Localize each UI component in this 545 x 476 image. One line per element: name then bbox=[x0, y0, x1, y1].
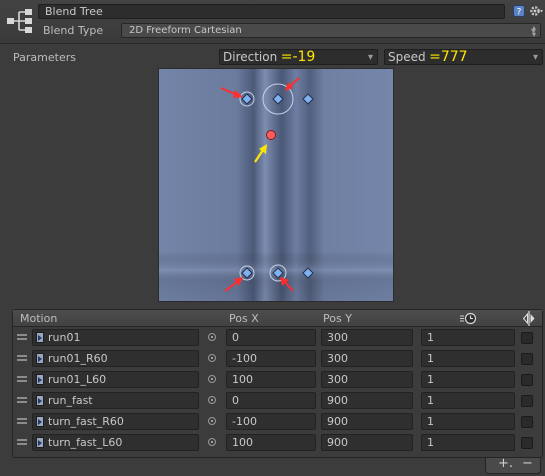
animation-clip-icon bbox=[36, 332, 44, 343]
table-row[interactable]: run01 0 300 1 bbox=[13, 327, 542, 348]
motion-field[interactable]: run01_R60 bbox=[32, 350, 199, 367]
motion-list-panel: Motion Pos X Pos Y run01 0 300 1 run01_R… bbox=[12, 309, 543, 458]
remove-motion-button[interactable]: − bbox=[522, 456, 533, 471]
mirror-checkbox[interactable] bbox=[521, 353, 533, 365]
select-motion-radio[interactable] bbox=[208, 333, 216, 341]
pos-y-field[interactable]: 300 bbox=[321, 371, 413, 388]
motion-field[interactable]: run01_L60 bbox=[32, 371, 199, 388]
pos-y-field[interactable]: 900 bbox=[321, 392, 413, 409]
animation-clip-icon bbox=[36, 416, 44, 427]
table-row[interactable]: turn_fast_L60 100 900 1 bbox=[13, 432, 542, 453]
help-icon[interactable]: ? bbox=[513, 5, 525, 18]
speed-field[interactable]: 1 bbox=[421, 371, 515, 388]
mirror-checkbox[interactable] bbox=[521, 374, 533, 386]
y-parameter-value: =777 bbox=[429, 49, 468, 65]
drag-handle-icon[interactable] bbox=[17, 397, 27, 403]
gear-icon[interactable] bbox=[529, 4, 544, 18]
blend-space-graph[interactable] bbox=[158, 68, 394, 302]
blend-tree-icon bbox=[6, 6, 34, 36]
blend-type-dropdown[interactable]: 2D Freeform Cartesian ▴ ▾ bbox=[121, 23, 541, 38]
motion-field[interactable]: run_fast bbox=[32, 392, 199, 409]
motion-column-header: Motion bbox=[20, 312, 58, 325]
animation-clip-icon bbox=[36, 353, 44, 364]
blend-tree-name-field[interactable]: Blend Tree bbox=[38, 4, 505, 19]
x-parameter-dropdown[interactable]: Direction =-19 bbox=[219, 49, 378, 65]
pos-x-field[interactable]: -100 bbox=[226, 413, 316, 430]
select-motion-radio[interactable] bbox=[208, 438, 216, 446]
mirror-checkbox[interactable] bbox=[521, 416, 533, 428]
blend-space-canvas bbox=[159, 69, 393, 301]
animation-clip-icon bbox=[36, 395, 44, 406]
clock-icon bbox=[459, 312, 477, 325]
table-row[interactable]: run01_R60 -100 300 1 bbox=[13, 348, 542, 369]
list-footer: +. − bbox=[485, 456, 541, 474]
drag-handle-icon[interactable] bbox=[17, 418, 27, 424]
motion-field[interactable]: run01 bbox=[32, 329, 199, 346]
pos-y-field[interactable]: 900 bbox=[321, 413, 413, 430]
pos-y-field[interactable]: 300 bbox=[321, 350, 413, 367]
x-parameter-value: =-19 bbox=[280, 49, 316, 65]
drag-handle-icon[interactable] bbox=[17, 334, 27, 340]
speed-field[interactable]: 1 bbox=[421, 329, 515, 346]
parameters-label: Parameters bbox=[13, 51, 76, 64]
motion-field[interactable]: turn_fast_R60 bbox=[32, 413, 199, 430]
x-parameter-name: Direction bbox=[223, 50, 278, 64]
pos-x-field[interactable]: 0 bbox=[226, 392, 316, 409]
y-parameter-dropdown[interactable]: Speed =777 bbox=[384, 49, 543, 65]
animation-clip-icon bbox=[36, 374, 44, 385]
mirror-checkbox[interactable] bbox=[521, 437, 533, 449]
blend-type-value: 2D Freeform Cartesian bbox=[129, 25, 242, 36]
table-row[interactable]: run01_L60 100 300 1 bbox=[13, 369, 542, 390]
blend-type-label: Blend Type bbox=[43, 24, 104, 37]
speed-field[interactable]: 1 bbox=[421, 350, 515, 367]
table-row[interactable]: turn_fast_R60 -100 900 1 bbox=[13, 411, 542, 432]
pos-x-field[interactable]: 0 bbox=[226, 329, 316, 346]
speed-field[interactable]: 1 bbox=[421, 413, 515, 430]
speed-field[interactable]: 1 bbox=[421, 434, 515, 451]
current-blend-point bbox=[266, 130, 276, 140]
add-motion-button[interactable]: +. bbox=[498, 456, 513, 471]
pos-x-column-header: Pos X bbox=[229, 312, 259, 325]
pos-x-field[interactable]: 100 bbox=[226, 434, 316, 451]
drag-handle-icon[interactable] bbox=[17, 376, 27, 382]
mirror-icon[interactable] bbox=[522, 311, 536, 326]
animation-clip-icon bbox=[36, 437, 44, 448]
select-motion-radio[interactable] bbox=[208, 417, 216, 425]
y-parameter-name: Speed bbox=[388, 50, 426, 64]
svg-text:?: ? bbox=[517, 8, 522, 18]
select-motion-radio[interactable] bbox=[208, 375, 216, 383]
inspector-header: Blend Tree ? Blend Type 2D Freeform Cart… bbox=[0, 0, 545, 44]
pos-y-column-header: Pos Y bbox=[323, 312, 352, 325]
drag-handle-icon[interactable] bbox=[17, 355, 27, 361]
select-motion-radio[interactable] bbox=[208, 396, 216, 404]
motion-list-header: Motion Pos X Pos Y bbox=[13, 310, 542, 327]
motion-field[interactable]: turn_fast_L60 bbox=[32, 434, 199, 451]
pos-y-field[interactable]: 300 bbox=[321, 329, 413, 346]
mirror-checkbox[interactable] bbox=[521, 332, 533, 344]
drag-handle-icon[interactable] bbox=[17, 439, 27, 445]
pos-y-field[interactable]: 900 bbox=[321, 434, 413, 451]
pos-x-field[interactable]: 100 bbox=[226, 371, 316, 388]
table-row[interactable]: run_fast 0 900 1 bbox=[13, 390, 542, 411]
mirror-checkbox[interactable] bbox=[521, 395, 533, 407]
dropdown-arrows-icon: ▴ ▾ bbox=[531, 23, 536, 38]
select-motion-radio[interactable] bbox=[208, 354, 216, 362]
speed-field[interactable]: 1 bbox=[421, 392, 515, 409]
pos-x-field[interactable]: -100 bbox=[226, 350, 316, 367]
